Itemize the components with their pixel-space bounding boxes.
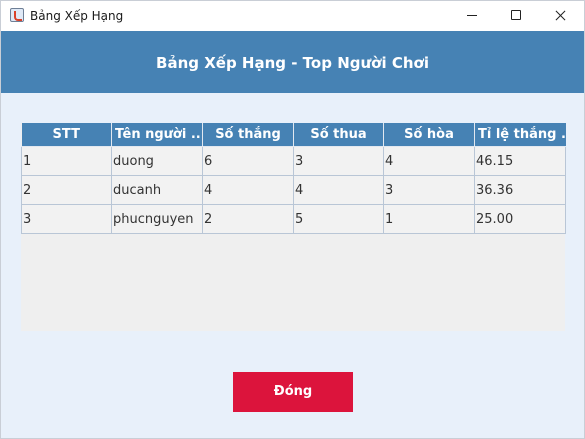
cell-player-name[interactable]: phucnguyen — [111, 204, 203, 234]
close-button[interactable]: Đóng — [233, 372, 353, 412]
page-title: Bảng Xếp Hạng - Top Người Chơi — [156, 54, 429, 72]
cell-win-rate[interactable]: 46.15 — [474, 146, 566, 176]
cell-wins[interactable]: 2 — [202, 204, 294, 234]
cell-player-name[interactable]: ducanh — [111, 175, 203, 205]
maximize-button[interactable] — [494, 1, 538, 31]
title-bar: Bảng Xếp Hạng — [1, 1, 584, 31]
ranking-table: STT Tên người ... Số thắng Số thua Số hò… — [21, 123, 566, 234]
close-window-button[interactable] — [538, 1, 582, 31]
cell-draws[interactable]: 1 — [383, 204, 475, 234]
cell-stt[interactable]: 2 — [21, 175, 112, 205]
leaderboard-window: Bảng Xếp Hạng Bảng Xếp Hạng - Top Người … — [0, 0, 585, 439]
column-header-win-rate[interactable]: Tỉ lệ thắng ... — [474, 123, 566, 147]
table-header-row: STT Tên người ... Số thắng Số thua Số hò… — [21, 123, 566, 147]
cell-losses[interactable]: 4 — [293, 175, 384, 205]
column-header-wins[interactable]: Số thắng — [202, 123, 294, 147]
cell-wins[interactable]: 6 — [202, 146, 294, 176]
cell-losses[interactable]: 3 — [293, 146, 384, 176]
cell-losses[interactable]: 5 — [293, 204, 384, 234]
column-header-losses[interactable]: Số thua — [293, 123, 384, 147]
table-row[interactable]: 2 ducanh 4 4 3 36.36 — [21, 175, 566, 205]
cell-win-rate[interactable]: 36.36 — [474, 175, 566, 205]
column-header-stt[interactable]: STT — [21, 123, 112, 147]
java-cup-icon — [10, 8, 24, 22]
window-title: Bảng Xếp Hạng — [30, 9, 124, 23]
cell-draws[interactable]: 4 — [383, 146, 475, 176]
cell-stt[interactable]: 3 — [21, 204, 112, 234]
cell-draws[interactable]: 3 — [383, 175, 475, 205]
table-row[interactable]: 1 duong 6 3 4 46.15 — [21, 146, 566, 176]
table-scroll-area: STT Tên người ... Số thắng Số thua Số hò… — [21, 123, 566, 331]
column-header-player-name[interactable]: Tên người ... — [111, 123, 203, 147]
minimize-button[interactable] — [450, 1, 494, 31]
column-header-draws[interactable]: Số hòa — [383, 123, 475, 147]
header-banner: Bảng Xếp Hạng - Top Người Chơi — [1, 31, 584, 93]
cell-stt[interactable]: 1 — [21, 146, 112, 176]
cell-win-rate[interactable]: 25.00 — [474, 204, 566, 234]
table-row[interactable]: 3 phucnguyen 2 5 1 25.00 — [21, 204, 566, 234]
cell-wins[interactable]: 4 — [202, 175, 294, 205]
cell-player-name[interactable]: duong — [111, 146, 203, 176]
